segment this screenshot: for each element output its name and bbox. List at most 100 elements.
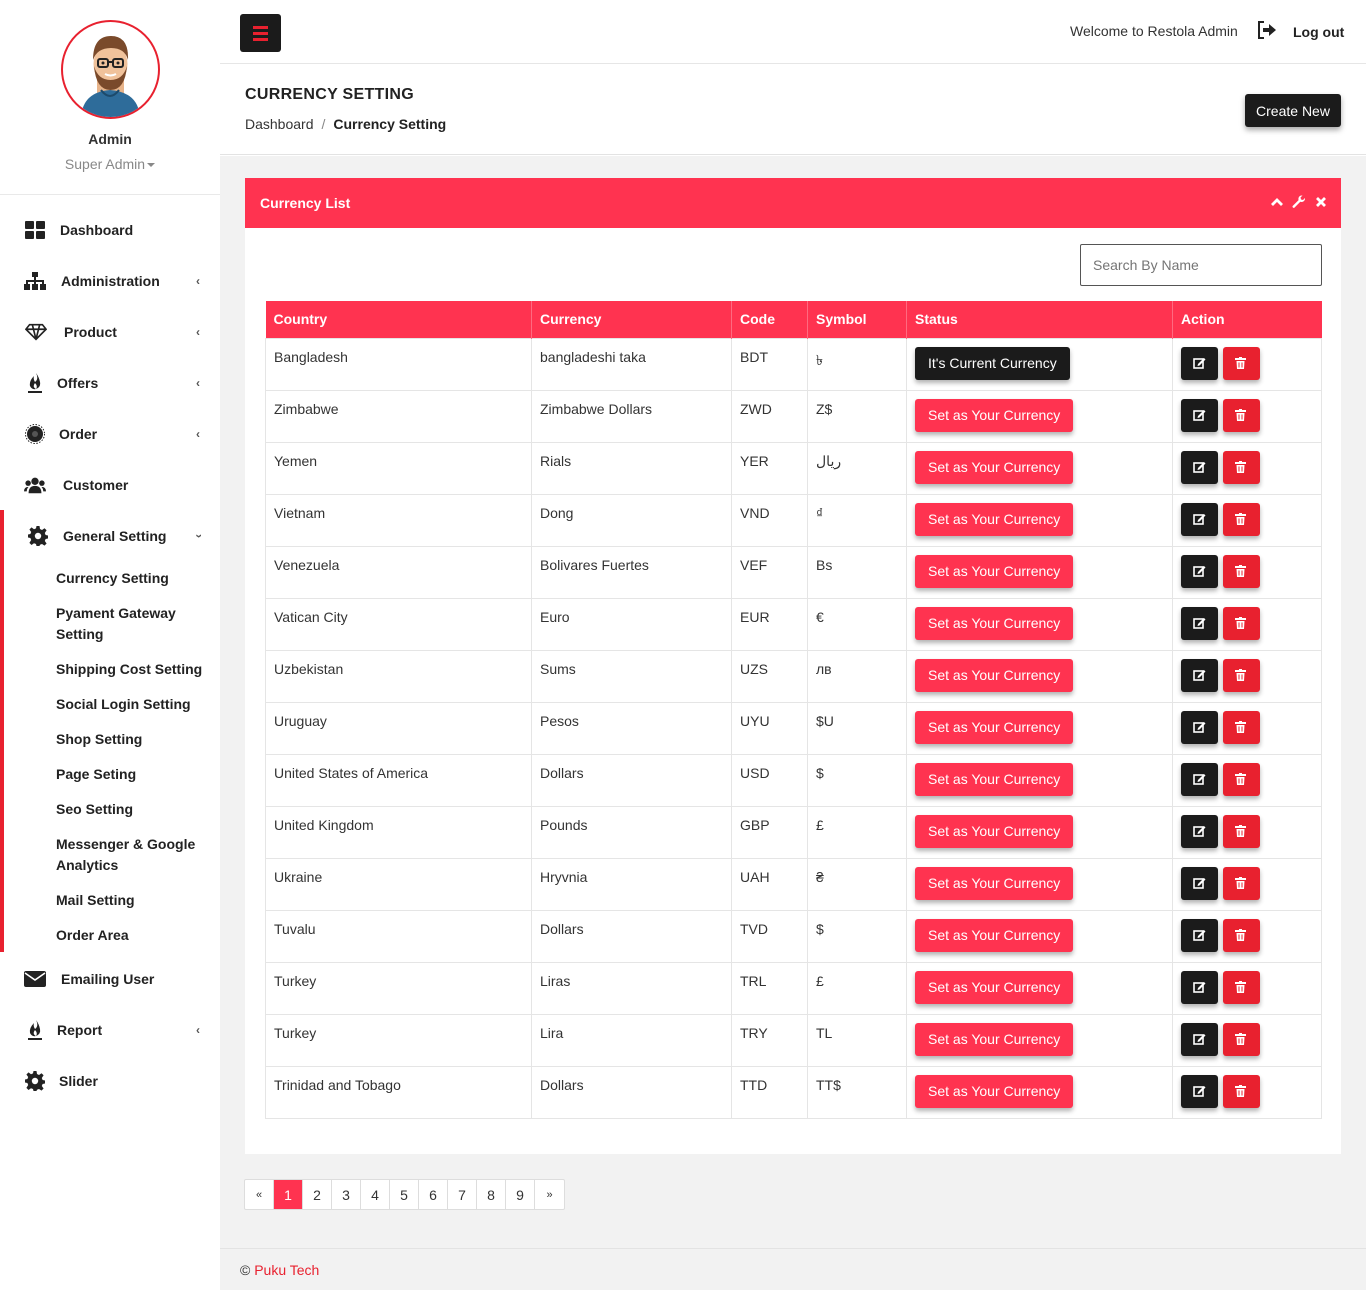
sidebar-item-slider[interactable]: Slider	[0, 1061, 220, 1101]
pagination-page[interactable]: 7	[448, 1180, 477, 1209]
submenu-payment-gateway-setting[interactable]: Pyament Gateway Setting	[56, 603, 206, 645]
sidebar-item-dashboard[interactable]: Dashboard	[0, 210, 220, 250]
delete-button[interactable]	[1222, 554, 1260, 588]
set-currency-button[interactable]: Set as Your Currency	[915, 1074, 1074, 1108]
current-currency-badge[interactable]: It's Current Currency	[915, 346, 1070, 380]
delete-button[interactable]	[1222, 918, 1260, 952]
delete-button[interactable]	[1222, 814, 1260, 848]
edit-button[interactable]	[1181, 710, 1218, 744]
wrench-icon[interactable]	[1292, 195, 1308, 211]
submenu-order-area[interactable]: Order Area	[56, 925, 206, 946]
create-new-button[interactable]: Create New	[1245, 94, 1341, 127]
menu-toggle-button[interactable]	[240, 14, 281, 52]
brand-link[interactable]: Puku Tech	[254, 1262, 319, 1278]
pagination-page[interactable]: 1	[274, 1180, 303, 1209]
sidebar-item-product[interactable]: Product ‹	[0, 312, 220, 352]
edit-button[interactable]	[1181, 970, 1218, 1004]
set-currency-button[interactable]: Set as Your Currency	[915, 502, 1074, 536]
delete-button[interactable]	[1222, 606, 1260, 640]
delete-button[interactable]	[1222, 658, 1260, 692]
set-currency-button[interactable]: Set as Your Currency	[915, 762, 1074, 796]
search-input[interactable]	[1080, 244, 1322, 286]
breadcrumb-dashboard[interactable]: Dashboard	[245, 116, 314, 132]
cell-currency: Dollars	[531, 1065, 732, 1119]
submenu-social-login-setting[interactable]: Social Login Setting	[56, 694, 216, 715]
edit-button[interactable]	[1181, 658, 1218, 692]
submenu-page-setting[interactable]: Page Seting	[56, 764, 206, 785]
sidebar-item-general-setting[interactable]: General Setting ‹	[0, 516, 220, 556]
edit-button[interactable]	[1181, 866, 1218, 900]
pagination-prev[interactable]: «	[245, 1180, 274, 1209]
sidebar-item-report[interactable]: Report ‹	[0, 1010, 220, 1050]
pagination-page[interactable]: 5	[390, 1180, 419, 1209]
delete-button[interactable]	[1222, 1074, 1260, 1108]
edit-button[interactable]	[1181, 918, 1218, 952]
submenu-mail-setting[interactable]: Mail Setting	[56, 890, 206, 911]
set-currency-button[interactable]: Set as Your Currency	[915, 398, 1074, 432]
cell-symbol: Z$	[807, 389, 907, 443]
delete-button[interactable]	[1222, 762, 1260, 796]
submenu-shipping-cost-setting[interactable]: Shipping Cost Setting	[56, 659, 216, 680]
edit-button[interactable]	[1181, 762, 1218, 796]
pagination-page[interactable]: 2	[303, 1180, 332, 1209]
delete-button[interactable]	[1222, 866, 1260, 900]
close-icon[interactable]	[1314, 195, 1330, 211]
edit-button[interactable]	[1181, 606, 1218, 640]
cell-currency: Dollars	[531, 909, 732, 963]
set-currency-button[interactable]: Set as Your Currency	[915, 866, 1074, 900]
pagination-next[interactable]: »	[535, 1180, 564, 1209]
sidebar-item-offers[interactable]: Offers ‹	[0, 363, 220, 403]
pagination-page[interactable]: 8	[477, 1180, 506, 1209]
edit-button[interactable]	[1181, 346, 1218, 380]
user-role-dropdown[interactable]: Super Admin	[0, 156, 220, 172]
delete-button[interactable]	[1222, 970, 1260, 1004]
edit-button[interactable]	[1181, 814, 1218, 848]
set-currency-button[interactable]: Set as Your Currency	[915, 606, 1074, 640]
set-currency-button[interactable]: Set as Your Currency	[915, 710, 1074, 744]
submenu-messenger-google-analytics[interactable]: Messenger & Google Analytics	[56, 834, 206, 876]
edit-button[interactable]	[1181, 450, 1218, 484]
delete-button[interactable]	[1222, 346, 1260, 380]
set-currency-button[interactable]: Set as Your Currency	[915, 918, 1074, 952]
pagination-page[interactable]: 6	[419, 1180, 448, 1209]
pagination-page[interactable]: 4	[361, 1180, 390, 1209]
submenu-currency-setting[interactable]: Currency Setting	[56, 568, 206, 589]
sidebar-item-order[interactable]: Order ‹	[0, 414, 220, 454]
avatar[interactable]	[61, 20, 160, 119]
edit-button[interactable]	[1181, 1074, 1218, 1108]
cell-code: UYU	[731, 701, 808, 755]
cell-currency: Hryvnia	[531, 857, 732, 911]
set-currency-button[interactable]: Set as Your Currency	[915, 970, 1074, 1004]
submenu-shop-setting[interactable]: Shop Setting	[56, 729, 206, 750]
set-currency-button[interactable]: Set as Your Currency	[915, 814, 1074, 848]
delete-button[interactable]	[1222, 398, 1260, 432]
submenu-seo-setting[interactable]: Seo Setting	[56, 799, 206, 820]
set-currency-button[interactable]: Set as Your Currency	[915, 450, 1074, 484]
sidebar-item-administration[interactable]: Administration ‹	[0, 261, 220, 301]
cell-code: YER	[731, 441, 808, 495]
delete-button[interactable]	[1222, 1022, 1260, 1056]
chevron-up-icon[interactable]	[1270, 195, 1286, 211]
edit-button[interactable]	[1181, 554, 1218, 588]
cell-symbol: £	[807, 961, 907, 1015]
sidebar-item-emailing-user[interactable]: Emailing User	[0, 959, 220, 999]
sidebar-item-customer[interactable]: Customer	[0, 465, 220, 505]
cell-currency: Sums	[531, 649, 732, 703]
set-currency-button[interactable]: Set as Your Currency	[915, 658, 1074, 692]
set-currency-button[interactable]: Set as Your Currency	[915, 1022, 1074, 1056]
delete-button[interactable]	[1222, 450, 1260, 484]
edit-button[interactable]	[1181, 398, 1218, 432]
pagination-page[interactable]: 3	[332, 1180, 361, 1209]
sidebar-item-label: Emailing User	[61, 971, 155, 987]
delete-button[interactable]	[1222, 710, 1260, 744]
cell-code: VND	[731, 493, 808, 547]
logout-link[interactable]: Log out	[1293, 24, 1344, 40]
col-code: Code	[731, 301, 808, 338]
edit-button[interactable]	[1181, 1022, 1218, 1056]
set-currency-button[interactable]: Set as Your Currency	[915, 554, 1074, 588]
edit-button[interactable]	[1181, 502, 1218, 536]
cell-country: Trinidad and Tobago	[265, 1065, 532, 1119]
delete-button[interactable]	[1222, 502, 1260, 536]
sign-out-icon[interactable]	[1257, 21, 1277, 39]
pagination-page[interactable]: 9	[506, 1180, 535, 1209]
